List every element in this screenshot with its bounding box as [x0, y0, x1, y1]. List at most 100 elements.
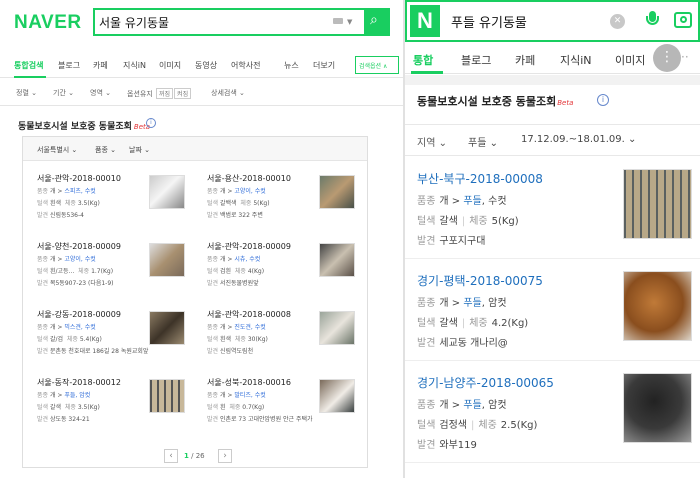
animal-card-title[interactable]: 부산-북구-2018-00008 [417, 170, 543, 187]
animal-photo[interactable] [319, 311, 355, 345]
animal-card[interactable]: 서울-양천-2018-00009 품종 개 > 고양이, 수컷 털색 흰/고등.… [37, 241, 197, 309]
tab-blog[interactable]: 블로그 [58, 60, 80, 71]
animal-card[interactable]: 서울-성북-2018-00016 품종 개 > 말티즈, 수컷 털색 흰 체중 … [207, 377, 367, 445]
search-button[interactable]: ⌕ [364, 8, 390, 36]
tab-kin[interactable]: 지식iN [560, 52, 592, 68]
tab-blog[interactable]: 블로그 [461, 52, 491, 68]
animal-card-title[interactable]: 서울-용산-2018-00010 [207, 173, 291, 184]
tab-integrated[interactable]: 통합검색 [14, 60, 43, 71]
info-icon[interactable]: i [597, 94, 609, 106]
clear-icon[interactable]: ✕ [610, 14, 625, 29]
animal-card[interactable]: 경기-평택-2018-00075 품종 개 > 푸들, 암컷 털색 갈색 | 체중 4.2… [405, 259, 700, 361]
region-dropdown[interactable]: 서울특별시 ⌄ [37, 145, 77, 155]
date-filter[interactable]: 17.12.09.~18.01.09. ⌄ [521, 134, 636, 145]
tab-cafe[interactable]: 카페 [515, 52, 535, 68]
naver-logo[interactable]: N [410, 5, 440, 37]
tab-kin[interactable]: 지식iN [123, 60, 146, 71]
animal-card[interactable]: 서울-강동-2018-00009 품종 개 > 믹스견, 수컷 털색 갈/검 체… [37, 309, 197, 377]
animal-card[interactable]: 서울-동작-2018-00012 품종 개 > 푸들, 암컷 털색 갈색 체중 … [37, 377, 197, 445]
filter-period[interactable]: 기간 ⌄ [53, 88, 74, 98]
breed-dropdown[interactable]: 품종 ⌄ [95, 145, 116, 155]
animal-photo[interactable] [149, 175, 185, 209]
breed-filter[interactable]: 푸들 ⌄ [468, 134, 498, 149]
animal-breed-row: 품종 개 > 믹스견, 수컷 [37, 324, 96, 331]
breed-filter-label: 푸들 [468, 138, 487, 149]
animal-photo[interactable] [149, 379, 185, 413]
filter-detail-search[interactable]: 상세검색 ⌄ [211, 88, 245, 98]
filter-keep-options[interactable]: 옵션유지 꺼짐 켜짐 [127, 88, 192, 99]
desktop-header: NAVER ▼ ⌕ [0, 0, 403, 46]
animal-card-title[interactable]: 서울-관악-2018-00008 [207, 309, 291, 320]
filter-area[interactable]: 영역 ⌄ [90, 88, 111, 98]
tab-more[interactable]: 더보기 [313, 60, 335, 71]
search-input[interactable] [99, 12, 329, 32]
animal-photo[interactable] [623, 271, 692, 341]
animal-color-row: 털색 갈/검 체중 5.4(Kg) [37, 336, 102, 343]
prev-page-button[interactable]: ‹ [164, 449, 178, 463]
tab-dictionary[interactable]: 어학사전 [231, 60, 260, 71]
filter-on[interactable]: 켜짐 [174, 88, 192, 99]
next-page-button[interactable]: › [218, 449, 232, 463]
animal-photo[interactable] [319, 175, 355, 209]
mobile-search-bar: N 푸들 유기동물 ✕ [405, 0, 700, 42]
animal-card-title[interactable]: 경기-남양주-2018-00065 [417, 374, 554, 391]
mic-icon[interactable] [646, 11, 659, 29]
animal-photo[interactable] [623, 373, 692, 443]
animal-found-row: 발견 상도동 324-21 [37, 416, 90, 423]
animal-card[interactable]: 서울-관악-2018-00010 품종 개 > 스피츠, 수컷 털색 흰색 체중… [37, 173, 197, 241]
animal-card-title[interactable]: 서울-성북-2018-00016 [207, 377, 291, 388]
animal-card[interactable]: 경기-남양주-2018-00065 품종 개 > 푸들, 암컷 털색 검정색 | 체중 2… [405, 361, 700, 463]
animal-photo[interactable] [319, 243, 355, 277]
filter-period-label: 기간 [53, 89, 66, 97]
animal-card-title[interactable]: 서울-양천-2018-00009 [37, 241, 121, 252]
tab-news[interactable]: 뉴스 [284, 60, 299, 71]
animal-found-row: 발견 와부119 [417, 440, 477, 451]
filter-sort-label: 정렬 [16, 89, 29, 97]
mobile-filter-row: 지역 ⌄ 푸들 ⌄ 17.12.09.~18.01.09. ⌄ [405, 124, 700, 156]
section-title-text: 동물보호시설 보호중 동물조회 [417, 95, 557, 108]
animal-photo[interactable] [623, 169, 692, 239]
more-dots-icon: ·· [681, 50, 689, 64]
animal-card-title[interactable]: 서울-관악-2018-00009 [207, 241, 291, 252]
filter-detail-label: 상세검색 [211, 89, 237, 97]
animal-breed-row: 품종 개 > 푸들, 수컷 [417, 196, 507, 207]
mobile-search-input[interactable]: 푸들 유기동물 [451, 12, 527, 31]
section-title-text: 동물보호시설 보호중 동물조회 [18, 122, 132, 132]
tab-image[interactable]: 이미지 [159, 60, 181, 71]
tab-integrated[interactable]: 통합 [413, 52, 433, 68]
animal-card-title[interactable]: 경기-평택-2018-00075 [417, 272, 543, 289]
animal-card-title[interactable]: 서울-동작-2018-00012 [37, 377, 121, 388]
date-dropdown-label: 날짜 [129, 146, 142, 154]
animal-photo[interactable] [149, 311, 185, 345]
info-icon[interactable]: i [146, 118, 156, 128]
animal-breed-row: 품종 개 > 고양이, 수컷 [207, 188, 266, 195]
animal-found-row: 발견 세교동 개나리@ [417, 338, 508, 349]
search-options-button[interactable]: 검색옵션 ∧ [355, 56, 399, 74]
animal-card[interactable]: 서울-관악-2018-00009 품종 개 > 시츄, 수컷 털색 검흰 체중 … [207, 241, 367, 309]
animal-card[interactable]: 부산-북구-2018-00008 품종 개 > 푸들, 수컷 털색 갈색 | 체중 5(K… [405, 157, 700, 259]
animal-card[interactable]: 서울-관악-2018-00008 품종 개 > 진도견, 수컷 털색 흰색 체중… [207, 309, 367, 377]
animal-photo[interactable] [149, 243, 185, 277]
tab-video[interactable]: 동영상 [195, 60, 217, 71]
filter-off[interactable]: 꺼짐 [156, 88, 174, 99]
lens-icon[interactable] [674, 12, 692, 28]
naver-logo[interactable]: NAVER [14, 12, 82, 34]
animal-color-row: 털색 흰 체중 0.7(Kg) [207, 404, 265, 411]
tab-cafe[interactable]: 카페 [93, 60, 108, 71]
animal-color-row: 털색 갈색 | 체중 4.2(Kg) [417, 318, 529, 329]
more-icon[interactable]: ⋮ [653, 44, 681, 72]
keyboard-icon[interactable] [333, 18, 343, 24]
mobile-tabs: 통합 블로그 카페 지식iN 이미지 ⋮ ·· [405, 42, 700, 74]
region-filter[interactable]: 지역 ⌄ [417, 134, 447, 149]
tab-image[interactable]: 이미지 [615, 52, 645, 68]
active-tab-indicator [411, 71, 443, 74]
filter-sort[interactable]: 정렬 ⌄ [16, 88, 37, 98]
animal-card[interactable]: 서울-용산-2018-00010 품종 개 > 고양이, 수컷 털색 갈백색 체… [207, 173, 367, 241]
animal-color-row: 털색 흰색 체중 30(Kg) [207, 336, 268, 343]
animal-card-title[interactable]: 서울-관악-2018-00010 [37, 173, 121, 184]
chevron-down-icon[interactable]: ▼ [347, 18, 352, 26]
animal-card-title[interactable]: 서울-강동-2018-00009 [37, 309, 121, 320]
date-dropdown[interactable]: 날짜 ⌄ [129, 145, 150, 155]
animal-found-row: 발견 서진동물병원앞 [207, 280, 259, 287]
animal-photo[interactable] [319, 379, 355, 413]
